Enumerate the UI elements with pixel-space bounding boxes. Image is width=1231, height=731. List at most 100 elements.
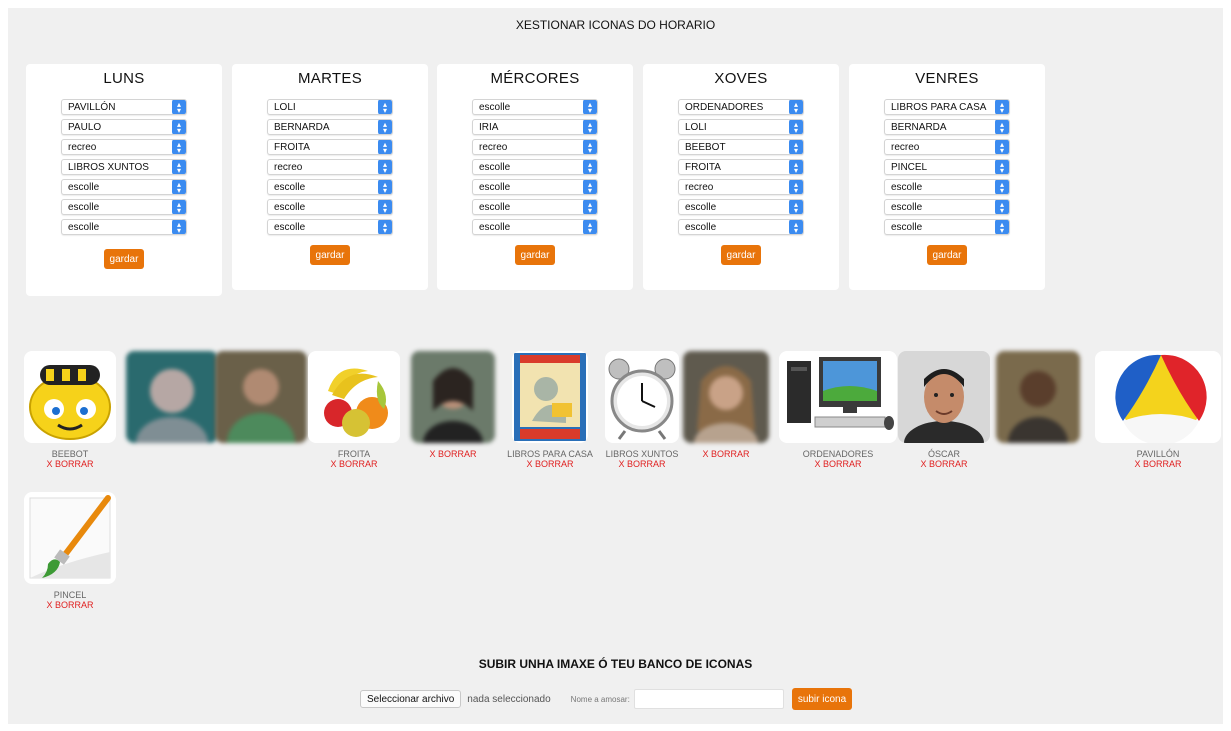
day-card-luns: LUNS PAVILLÓN ▴ ▾ PAULO ▴ ▾ recreo ▴ ▾ LIBROS … [26, 64, 222, 296]
slot-value: PAVILLÓN [68, 102, 116, 113]
slot-select[interactable]: PINCEL ▴ ▾ [884, 159, 1010, 175]
slot-select[interactable]: escolle ▴ ▾ [884, 219, 1010, 235]
slot-select[interactable]: recreo ▴ ▾ [884, 139, 1010, 155]
slot-select[interactable]: recreo ▴ ▾ [267, 159, 393, 175]
save-button[interactable]: gardar [104, 249, 144, 269]
choose-file-button[interactable]: Seleccionar archivo [360, 690, 462, 708]
slot-value: escolle [891, 182, 923, 193]
save-button[interactable]: gardar [515, 245, 555, 265]
select-arrows-icon: ▴ ▾ [995, 200, 1009, 214]
slot-select[interactable]: LIBROS XUNTOS ▴ ▾ [61, 159, 187, 175]
slot-select[interactable]: BEEBOT ▴ ▾ [678, 139, 804, 155]
slot-value: escolle [274, 222, 306, 233]
slot-select[interactable]: LOLI ▴ ▾ [267, 99, 393, 115]
select-arrows-icon: ▴ ▾ [583, 180, 597, 194]
save-button[interactable]: gardar [310, 245, 350, 265]
delete-link[interactable]: X BORRAR [594, 459, 690, 469]
slot-value: recreo [68, 142, 97, 153]
slot-select[interactable]: FROITA ▴ ▾ [678, 159, 804, 175]
slot-select[interactable]: escolle ▴ ▾ [884, 179, 1010, 195]
select-arrows-icon: ▴ ▾ [995, 220, 1009, 234]
slot-value: PAULO [68, 122, 102, 133]
icon-label: PAVILLÓN [1136, 449, 1180, 459]
icon-item-pincel: PINCEL X BORRAR [22, 492, 118, 610]
select-arrows-icon: ▴ ▾ [378, 140, 392, 154]
delete-link[interactable]: X BORRAR [1094, 459, 1222, 469]
icon-item-oscar: ÓSCAR X BORRAR [896, 351, 992, 469]
slot-select[interactable]: escolle ▴ ▾ [61, 219, 187, 235]
slot-value: IRIA [479, 122, 499, 133]
slot-value: LOLI [274, 102, 296, 113]
delete-link[interactable]: X BORRAR [896, 459, 992, 469]
select-arrows-icon: ▴ ▾ [378, 180, 392, 194]
slot-value: recreo [479, 142, 508, 153]
slot-select[interactable]: BERNARDA ▴ ▾ [267, 119, 393, 135]
select-arrows-icon: ▴ ▾ [172, 220, 186, 234]
select-arrows-icon: ▴ ▾ [378, 200, 392, 214]
slot-select[interactable]: ORDENADORES ▴ ▾ [678, 99, 804, 115]
select-arrows-icon: ▴ ▾ [789, 160, 803, 174]
select-arrows-icon: ▴ ▾ [789, 180, 803, 194]
slot-select[interactable]: PAULO ▴ ▾ [61, 119, 187, 135]
delete-link[interactable]: X BORRAR [778, 459, 898, 469]
select-arrows-icon: ▴ ▾ [172, 120, 186, 134]
icon-item-ordenadores: ORDENADORES X BORRAR [778, 351, 898, 469]
slot-select[interactable]: escolle ▴ ▾ [267, 179, 393, 195]
save-button[interactable]: gardar [721, 245, 761, 265]
slot-select[interactable]: recreo ▴ ▾ [61, 139, 187, 155]
slot-select[interactable]: IRIA ▴ ▾ [472, 119, 598, 135]
select-arrows-icon: ▴ ▾ [995, 140, 1009, 154]
slot-select[interactable]: escolle ▴ ▾ [472, 219, 598, 235]
select-arrows-icon: ▴ ▾ [789, 120, 803, 134]
slot-select[interactable]: LOLI ▴ ▾ [678, 119, 804, 135]
slot-select[interactable]: escolle ▴ ▾ [61, 179, 187, 195]
delete-link[interactable]: X BORRAR [306, 459, 402, 469]
slot-value: recreo [274, 162, 303, 173]
slot-select[interactable]: PAVILLÓN ▴ ▾ [61, 99, 187, 115]
beebot-robot-icon [24, 351, 116, 443]
delete-link[interactable]: X BORRAR [22, 600, 118, 610]
slot-select[interactable]: escolle ▴ ▾ [472, 179, 598, 195]
select-arrows-icon: ▴ ▾ [583, 120, 597, 134]
slot-value: ORDENADORES [685, 102, 764, 113]
icon-label: FROITA [337, 449, 371, 459]
day-title: MARTES [297, 70, 363, 87]
day-title: VENRES [915, 70, 979, 87]
day-card-mercores: MÉRCORES escolle ▴ ▾ IRIA ▴ ▾ recreo ▴ ▾ escol… [437, 64, 633, 290]
slot-select[interactable]: escolle ▴ ▾ [678, 199, 804, 215]
delete-link[interactable]: X BORRAR [405, 449, 501, 459]
slot-select[interactable]: escolle ▴ ▾ [678, 219, 804, 235]
slot-value: escolle [68, 182, 100, 193]
delete-link[interactable]: X BORRAR [502, 459, 598, 469]
icon-item-photo [990, 351, 1086, 449]
slot-value: escolle [685, 222, 717, 233]
slot-select[interactable]: recreo ▴ ▾ [472, 139, 598, 155]
delete-link[interactable]: X BORRAR [678, 449, 774, 459]
delete-link[interactable]: X BORRAR [22, 459, 118, 469]
slot-select[interactable]: escolle ▴ ▾ [472, 199, 598, 215]
save-button[interactable]: gardar [927, 245, 967, 265]
select-arrows-icon: ▴ ▾ [789, 220, 803, 234]
slot-select[interactable]: escolle ▴ ▾ [472, 99, 598, 115]
paintbrush-icon [24, 492, 116, 584]
icon-label: LIBROS XUNTOS [605, 449, 679, 459]
slot-select[interactable]: escolle ▴ ▾ [267, 219, 393, 235]
name-label: Nome a amosar: [570, 694, 630, 704]
slot-select[interactable]: escolle ▴ ▾ [61, 199, 187, 215]
name-input[interactable] [633, 689, 784, 709]
beach-ball-icon [1095, 351, 1221, 443]
icon-item-libros-para-casa: LIBROS PARA CASA X BORRAR [502, 351, 598, 469]
slot-select[interactable]: BERNARDA ▴ ▾ [884, 119, 1010, 135]
slot-select[interactable]: escolle ▴ ▾ [472, 159, 598, 175]
person-photo-icon [126, 351, 218, 443]
icon-item-froita: FROITA X BORRAR [306, 351, 402, 469]
select-arrows-icon: ▴ ▾ [172, 100, 186, 114]
slot-value: escolle [891, 222, 923, 233]
slot-value: recreo [891, 142, 920, 153]
slot-select[interactable]: FROITA ▴ ▾ [267, 139, 393, 155]
slot-select[interactable]: recreo ▴ ▾ [678, 179, 804, 195]
slot-select[interactable]: LIBROS PARA CASA ▴ ▾ [884, 99, 1010, 115]
slot-select[interactable]: escolle ▴ ▾ [884, 199, 1010, 215]
upload-button[interactable]: subir icona [791, 688, 853, 710]
slot-select[interactable]: escolle ▴ ▾ [267, 199, 393, 215]
